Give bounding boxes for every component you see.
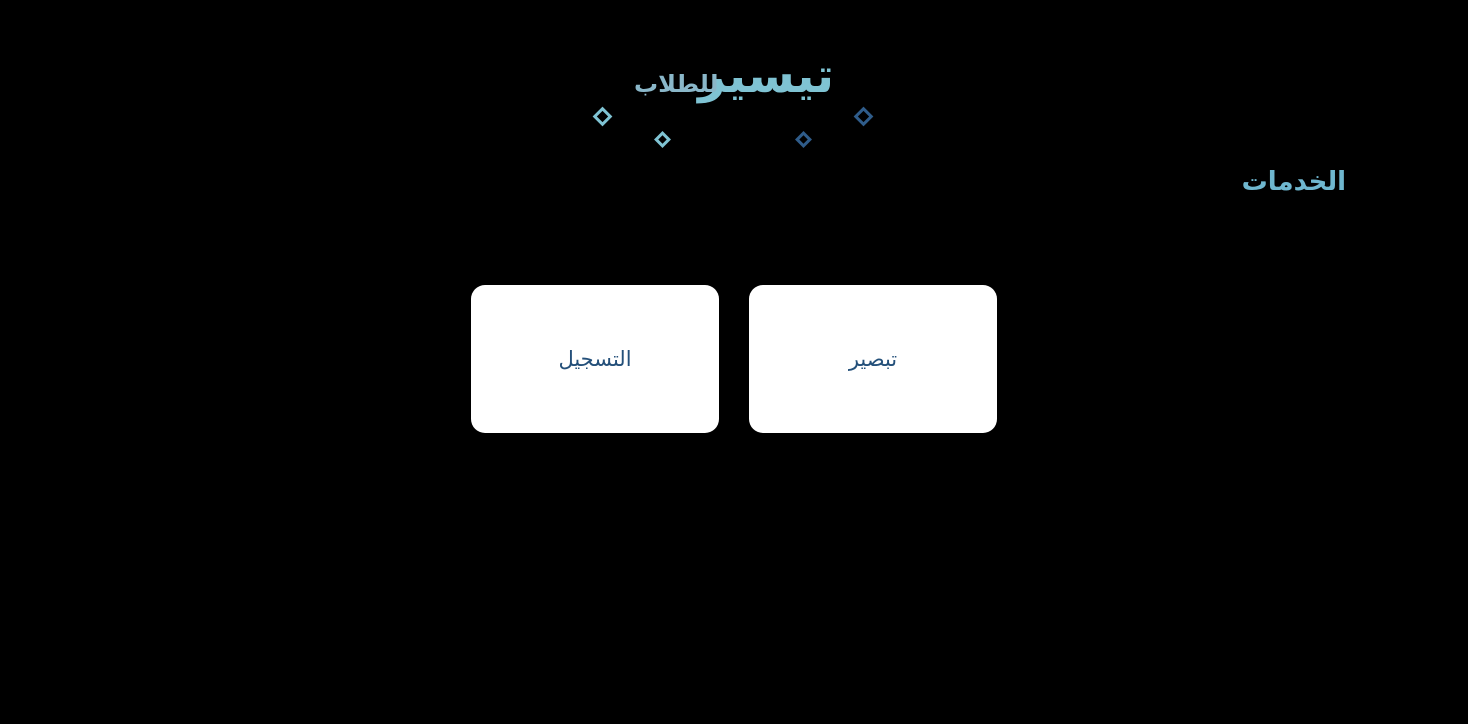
services-title: الخدمات — [1241, 167, 1346, 197]
service-card-registration[interactable]: التسجيل — [471, 285, 719, 433]
service-card-label: التسجيل — [558, 347, 632, 371]
service-card-tabseer[interactable]: تبصير — [749, 285, 997, 433]
logo: تيسير للطلاب — [590, 48, 880, 152]
services-grid: تبصير التسجيل — [471, 285, 997, 433]
app-screen: تيسير للطلاب الخدمات تبصير التسجيل — [0, 0, 1468, 724]
logo-sub-text: للطلاب — [634, 70, 719, 98]
service-card-label: تبصير — [848, 347, 898, 371]
